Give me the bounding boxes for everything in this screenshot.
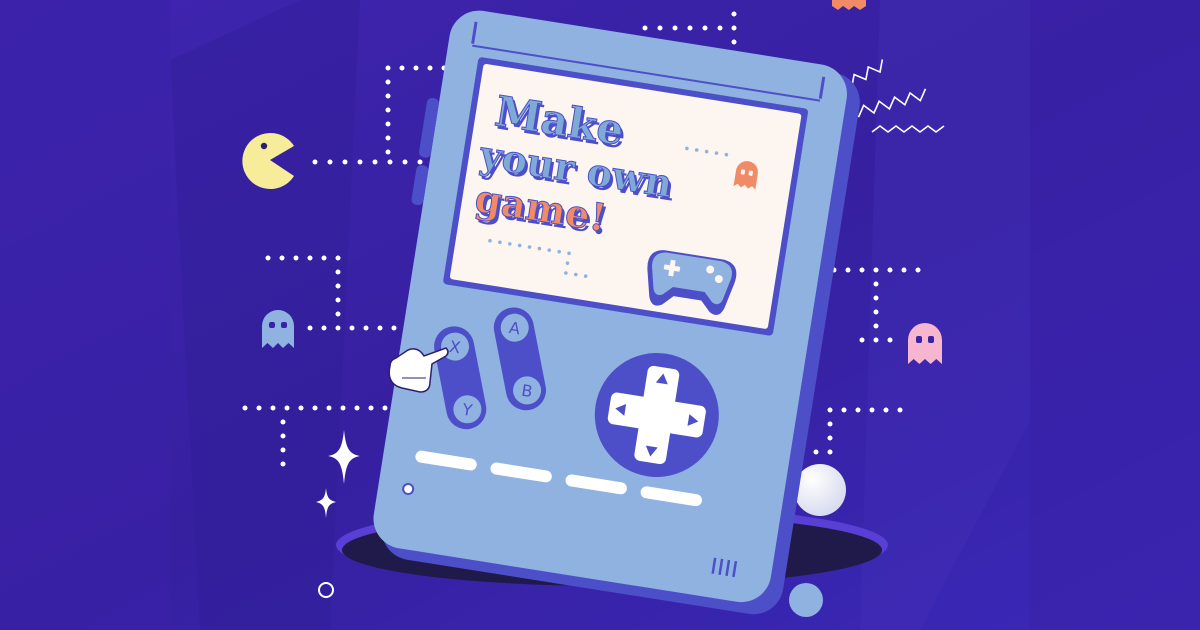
illustration-canvas: Make Make your own your own game! game!	[0, 0, 1200, 630]
game-illustration: Make Make your own your own game! game!	[0, 0, 1200, 630]
ghost-top-icon	[832, 0, 866, 10]
power-led	[402, 483, 415, 496]
white-ball	[794, 464, 846, 516]
ghost-left-icon	[262, 310, 294, 348]
blue-ball	[789, 583, 823, 617]
bg-shape	[170, 0, 360, 630]
bg-panel-right	[1030, 0, 1200, 630]
bg-panel-left	[0, 0, 170, 630]
ghost-right-icon	[908, 323, 942, 364]
